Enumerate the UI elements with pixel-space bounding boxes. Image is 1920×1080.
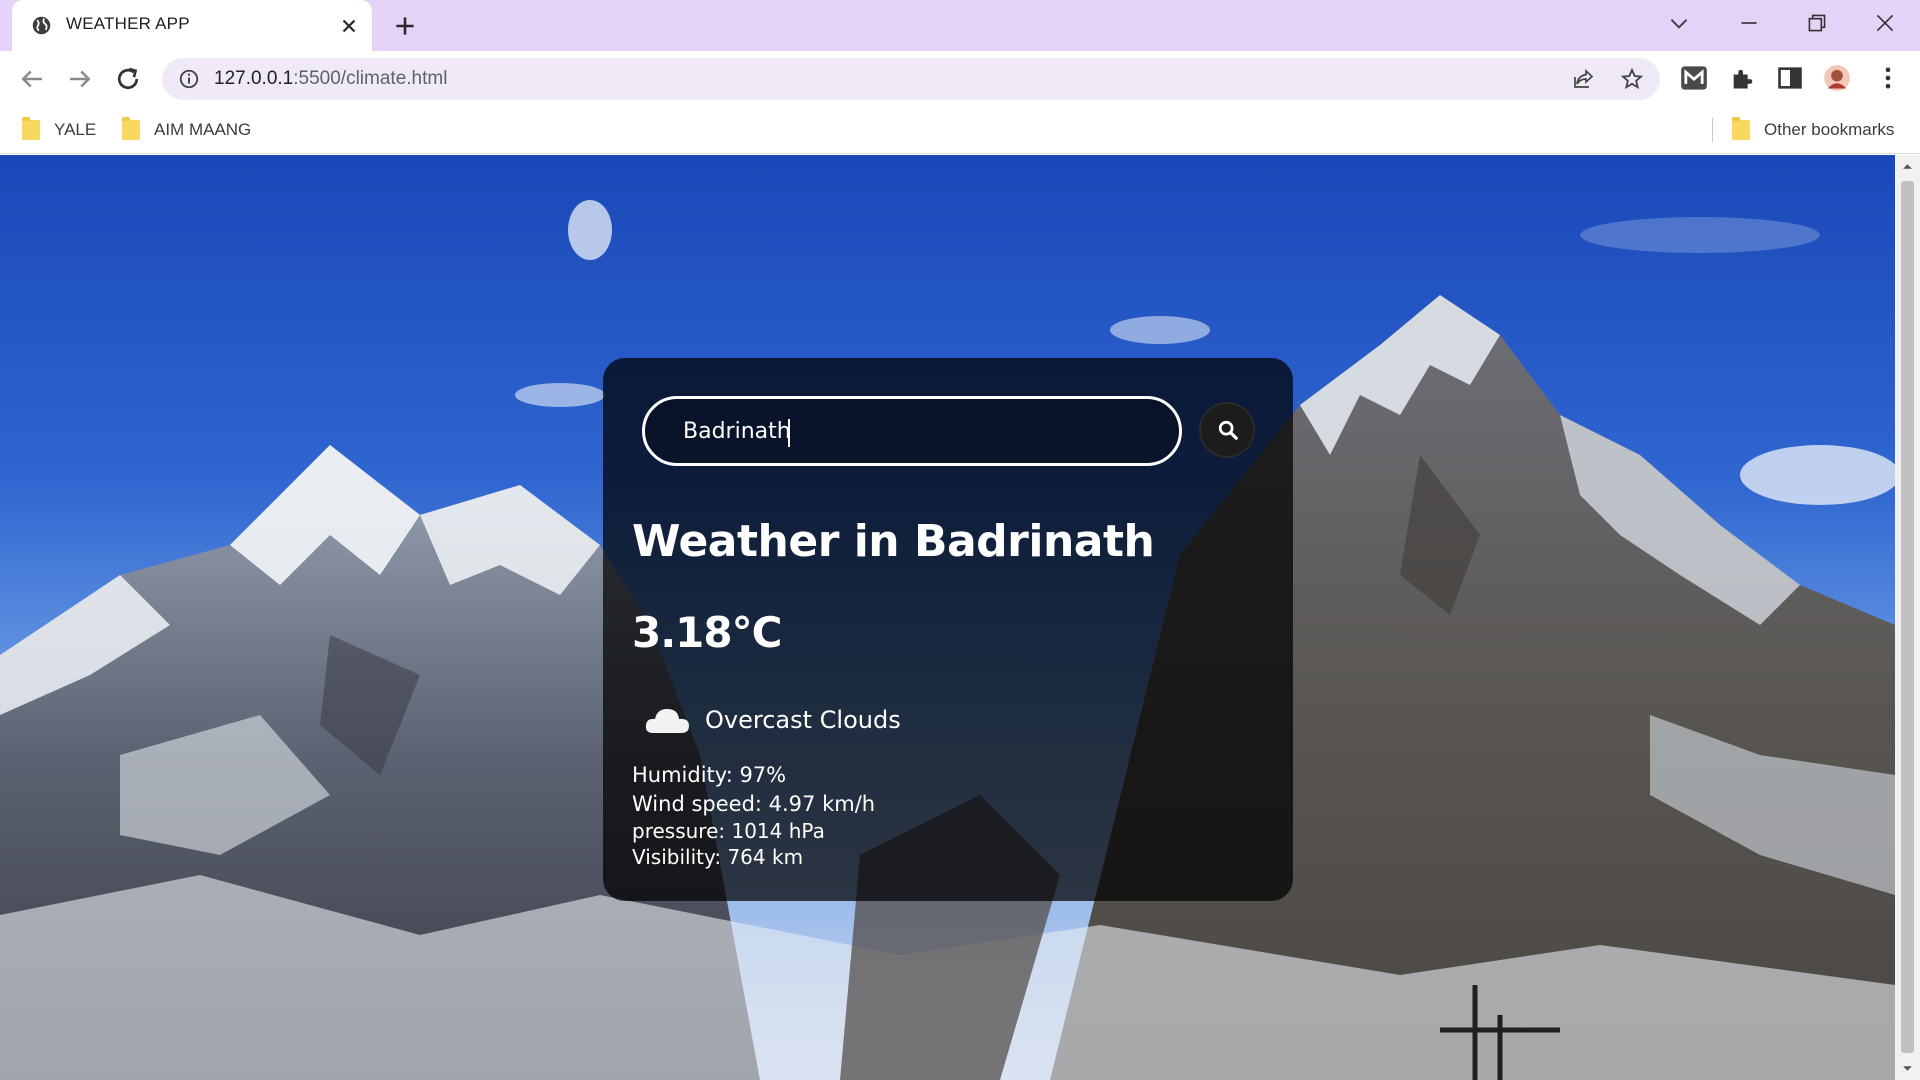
weather-title: Weather in Badrinath [632, 516, 1155, 567]
search-button[interactable] [1199, 402, 1255, 458]
mendeley-extension-icon[interactable] [1680, 64, 1708, 92]
tab-search-chevron-icon[interactable] [1666, 10, 1692, 36]
url-text: 127.0.0.1:5500/climate.html [214, 68, 447, 90]
cloud-icon [645, 709, 689, 733]
search-box[interactable] [642, 396, 1182, 466]
close-window-icon[interactable] [1872, 10, 1898, 36]
site-info-icon[interactable] [178, 68, 200, 90]
folder-icon [1732, 117, 1750, 140]
search-icon [1218, 420, 1238, 440]
share-icon[interactable] [1572, 67, 1596, 91]
scrollbar-thumb[interactable] [1901, 181, 1914, 1053]
scroll-down-arrow-icon[interactable] [1902, 1063, 1913, 1074]
address-bar[interactable]: 127.0.0.1:5500/climate.html [162, 58, 1660, 100]
restore-icon[interactable] [1804, 10, 1830, 36]
bookmark-label: AIM MAANG [154, 120, 252, 139]
weather-card: Weather in Badrinath 3.18°C Overcast Clo… [603, 358, 1293, 901]
folder-icon [122, 117, 140, 140]
globe-icon [32, 16, 51, 35]
bookmark-label: YALE [54, 120, 97, 139]
pressure-text: pressure: 1014 hPa [632, 819, 825, 843]
tab-title: WEATHER APP [66, 14, 190, 33]
text-caret [788, 419, 790, 447]
profile-avatar-icon[interactable] [1823, 64, 1851, 92]
folder-icon [22, 117, 40, 140]
weather-description-row: Overcast Clouds [643, 703, 901, 737]
bookmark-other[interactable]: Other bookmarks [1732, 116, 1894, 144]
temperature-value: 3.18°C [632, 608, 782, 657]
url-host: 127.0.0.1 [214, 68, 294, 89]
city-search-input[interactable] [683, 413, 1143, 449]
bookmarks-bar: YALE AIM MAANG Other bookmarks [0, 106, 1920, 154]
close-tab-icon[interactable] [338, 15, 360, 37]
forward-arrow-icon[interactable] [65, 64, 95, 94]
bookmark-star-icon[interactable] [1620, 67, 1644, 91]
reload-icon[interactable] [113, 64, 143, 94]
visibility-text: Visibility: 764 km [632, 845, 804, 869]
page-scrollbar[interactable] [1895, 155, 1920, 1080]
bookmarks-divider [1712, 118, 1713, 142]
browser-tab-strip: WEATHER APP [0, 0, 1920, 51]
bookmark-yale[interactable]: YALE [22, 116, 96, 144]
wind-speed-text: Wind speed: 4.97 km/h [632, 792, 876, 816]
scroll-up-arrow-icon[interactable] [1902, 161, 1913, 172]
side-panel-icon[interactable] [1776, 64, 1804, 92]
browser-menu-icon[interactable] [1874, 64, 1902, 92]
back-arrow-icon[interactable] [17, 64, 47, 94]
bookmark-aim-maang[interactable]: AIM MAANG [122, 116, 251, 144]
url-path: :5500/climate.html [293, 68, 448, 89]
new-tab-icon[interactable] [392, 13, 418, 39]
browser-toolbar: 127.0.0.1:5500/climate.html [0, 51, 1920, 106]
other-bookmarks-label: Other bookmarks [1764, 120, 1895, 139]
weather-description: Overcast Clouds [705, 706, 901, 734]
humidity-text: Humidity: 97% [632, 763, 787, 787]
minimize-icon[interactable] [1736, 10, 1762, 36]
extensions-puzzle-icon[interactable] [1729, 64, 1757, 92]
tab-weather-app[interactable]: WEATHER APP [12, 0, 372, 51]
